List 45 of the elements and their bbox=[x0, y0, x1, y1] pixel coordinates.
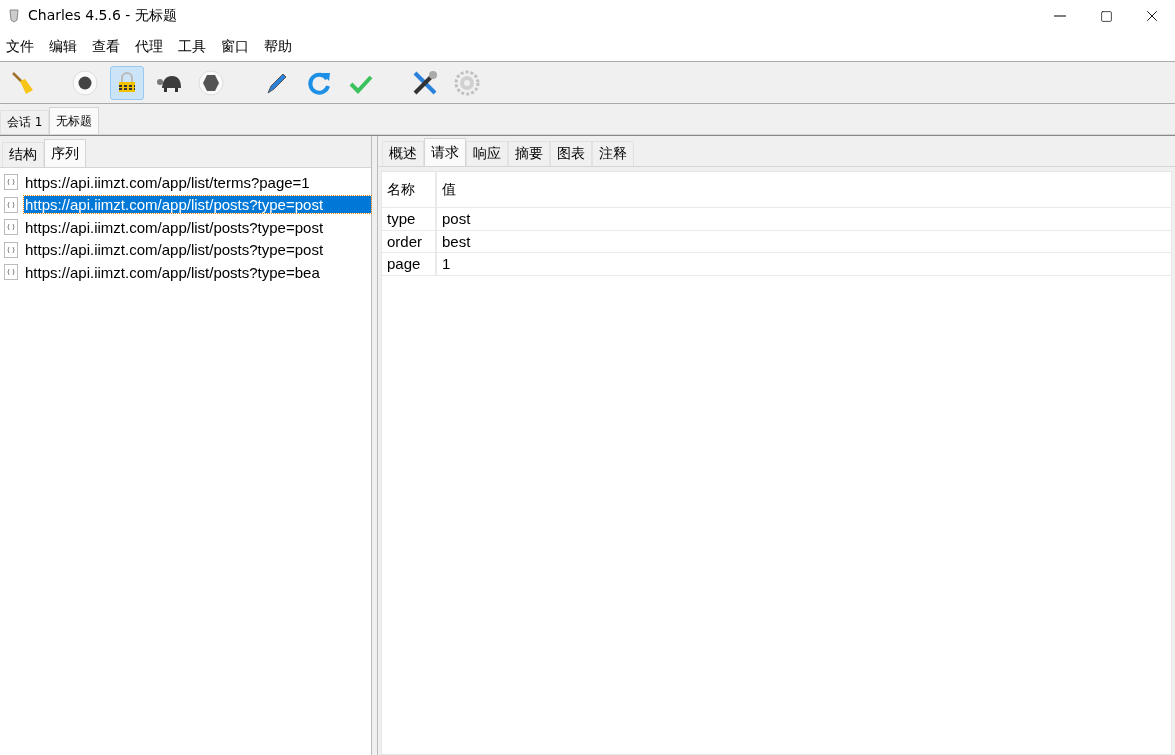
toolbar-button[interactable] bbox=[110, 65, 144, 100]
menu-item[interactable]: 工具 bbox=[178, 37, 206, 56]
table-cell: 1 bbox=[437, 253, 1171, 276]
detail-tab[interactable]: 响应 bbox=[466, 141, 508, 166]
column-header: 值 bbox=[437, 172, 1171, 208]
json-file-icon bbox=[4, 264, 18, 281]
table-cell: page bbox=[382, 253, 437, 276]
menu-item[interactable]: 查看 bbox=[92, 37, 120, 56]
broom-icon bbox=[10, 69, 36, 96]
menu-item[interactable]: 文件 bbox=[6, 37, 34, 56]
record-icon bbox=[72, 69, 98, 96]
maximize-icon bbox=[1099, 9, 1113, 23]
detail-tab[interactable]: 注释 bbox=[592, 141, 634, 166]
detail-tab[interactable]: 概述 bbox=[382, 141, 424, 166]
json-file-icon bbox=[4, 219, 18, 236]
menu-item[interactable]: 帮助 bbox=[264, 37, 292, 56]
stop-icon bbox=[198, 69, 224, 96]
session-tab[interactable]: 无标题 bbox=[49, 107, 100, 134]
detail-tab[interactable]: 摘要 bbox=[508, 141, 550, 166]
request-url[interactable]: https://api.iimzt.com/app/list/posts?type=bea bbox=[24, 263, 321, 281]
table-cell: type bbox=[382, 208, 437, 231]
json-file-icon bbox=[4, 174, 18, 191]
detail-tab[interactable]: 请求 bbox=[424, 138, 466, 166]
detail-tab[interactable]: 图表 bbox=[550, 141, 592, 166]
request-url[interactable]: https://api.iimzt.com/app/list/posts?type=post bbox=[24, 196, 371, 214]
json-file-icon bbox=[4, 241, 18, 258]
menu-item[interactable]: 窗口 bbox=[221, 37, 249, 56]
request-url[interactable]: https://api.iimzt.com/app/list/terms?page=1 bbox=[24, 173, 311, 191]
session-tab[interactable]: 会话 1 bbox=[0, 110, 50, 134]
table-cell: best bbox=[437, 230, 1171, 253]
menu-item[interactable]: 编辑 bbox=[49, 37, 77, 56]
json-file-icon bbox=[4, 196, 18, 213]
table-cell: post bbox=[437, 208, 1171, 231]
view-tab[interactable]: 结构 bbox=[2, 142, 44, 167]
minimize-icon bbox=[1054, 15, 1066, 17]
menu-item[interactable]: 代理 bbox=[135, 37, 163, 56]
app-logo-icon bbox=[8, 9, 20, 23]
window-title: Charles 4.5.6 - 无标题 bbox=[28, 7, 177, 25]
view-tab[interactable]: 序列 bbox=[44, 139, 86, 167]
tools-icon bbox=[411, 68, 439, 97]
request-url[interactable]: https://api.iimzt.com/app/list/posts?type=post bbox=[24, 218, 325, 236]
column-header: 名称 bbox=[382, 172, 437, 208]
table-cell: order bbox=[382, 230, 437, 253]
request-url[interactable]: https://api.iimzt.com/app/list/posts?type=post bbox=[24, 241, 325, 259]
gear-icon bbox=[454, 69, 480, 96]
